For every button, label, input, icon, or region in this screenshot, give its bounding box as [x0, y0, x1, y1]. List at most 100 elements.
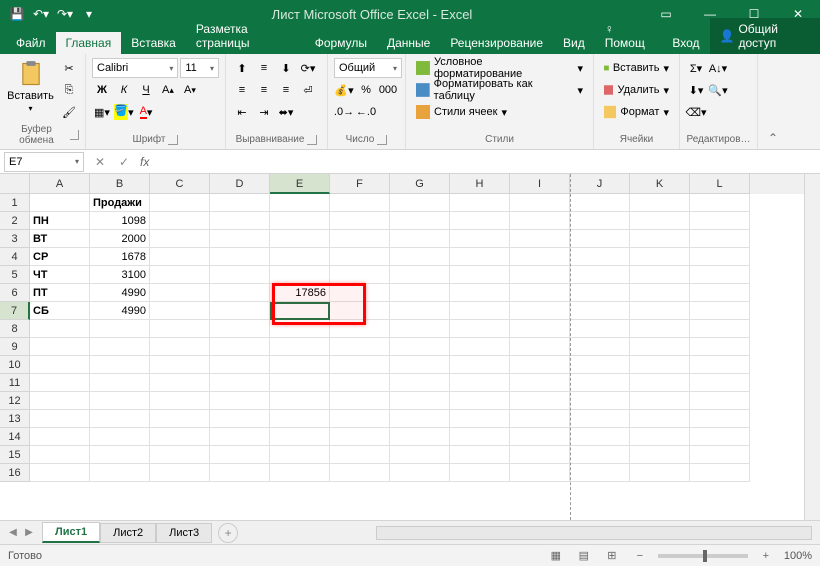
cell-H14[interactable] [450, 428, 510, 446]
borders-button[interactable]: ▦▾ [92, 102, 112, 122]
save-button[interactable]: 💾 [6, 3, 28, 25]
cell-K1[interactable] [630, 194, 690, 212]
cell-C13[interactable] [150, 410, 210, 428]
cell-A12[interactable] [30, 392, 90, 410]
cell-H16[interactable] [450, 464, 510, 482]
cell-L5[interactable] [690, 266, 750, 284]
cell-J16[interactable] [570, 464, 630, 482]
cell-B9[interactable] [90, 338, 150, 356]
cell-D5[interactable] [210, 266, 270, 284]
delete-cells-button[interactable]: Удалить▾ [600, 80, 673, 100]
wrap-text-button[interactable]: ⏎ [298, 80, 318, 100]
cell-B6[interactable]: 4990 [90, 284, 150, 302]
cell-A7[interactable]: СБ [30, 302, 90, 320]
undo-button[interactable]: ↶▾ [30, 3, 52, 25]
select-all-corner[interactable] [0, 174, 30, 194]
cell-H3[interactable] [450, 230, 510, 248]
row-header-16[interactable]: 16 [0, 464, 30, 482]
underline-button[interactable]: Ч [136, 80, 156, 100]
merge-button[interactable]: ⬌▾ [276, 102, 296, 122]
cell-G3[interactable] [390, 230, 450, 248]
tab-insert[interactable]: Вставка [121, 32, 186, 54]
cell-G4[interactable] [390, 248, 450, 266]
sort-filter-button[interactable]: A↓▾ [708, 58, 728, 78]
font-color-button[interactable]: A▾ [136, 102, 156, 122]
format-painter-button[interactable]: 🖌 [59, 102, 79, 122]
format-cells-button[interactable]: Формат▾ [600, 102, 673, 122]
cell-E8[interactable] [270, 320, 330, 338]
cell-L6[interactable] [690, 284, 750, 302]
cell-I11[interactable] [510, 374, 570, 392]
cancel-formula-button[interactable]: ✕ [90, 152, 110, 172]
sheet-nav-next[interactable]: ▶ [22, 525, 36, 541]
cell-F8[interactable] [330, 320, 390, 338]
cell-L10[interactable] [690, 356, 750, 374]
cell-B11[interactable] [90, 374, 150, 392]
comma-button[interactable]: 000 [378, 80, 398, 100]
col-header-I[interactable]: I [510, 174, 570, 194]
format-as-table-button[interactable]: Форматировать как таблицу▾ [412, 80, 587, 100]
col-header-L[interactable]: L [690, 174, 750, 194]
cell-F15[interactable] [330, 446, 390, 464]
cell-J8[interactable] [570, 320, 630, 338]
cell-F1[interactable] [330, 194, 390, 212]
cell-C15[interactable] [150, 446, 210, 464]
cell-E16[interactable] [270, 464, 330, 482]
cell-D10[interactable] [210, 356, 270, 374]
cell-A6[interactable]: ПТ [30, 284, 90, 302]
row-header-7[interactable]: 7 [0, 302, 30, 320]
cell-J13[interactable] [570, 410, 630, 428]
cell-K14[interactable] [630, 428, 690, 446]
cell-G11[interactable] [390, 374, 450, 392]
cell-C11[interactable] [150, 374, 210, 392]
cell-A14[interactable] [30, 428, 90, 446]
col-header-H[interactable]: H [450, 174, 510, 194]
cell-C6[interactable] [150, 284, 210, 302]
cell-A9[interactable] [30, 338, 90, 356]
bold-button[interactable]: Ж [92, 80, 112, 100]
font-shrink-button[interactable]: A▾ [180, 80, 200, 100]
fill-color-button[interactable]: 🪣▾ [114, 102, 134, 122]
cell-I4[interactable] [510, 248, 570, 266]
col-header-C[interactable]: C [150, 174, 210, 194]
font-grow-button[interactable]: A▴ [158, 80, 178, 100]
cell-A1[interactable] [30, 194, 90, 212]
name-box[interactable]: E7▾ [4, 152, 84, 172]
vertical-scrollbar[interactable] [804, 174, 820, 520]
cell-F10[interactable] [330, 356, 390, 374]
cell-F14[interactable] [330, 428, 390, 446]
cell-A10[interactable] [30, 356, 90, 374]
align-center-button[interactable]: ≡ [254, 80, 274, 100]
cell-C3[interactable] [150, 230, 210, 248]
tab-page-layout[interactable]: Разметка страницы [186, 18, 305, 54]
row-header-4[interactable]: 4 [0, 248, 30, 266]
cell-G14[interactable] [390, 428, 450, 446]
align-top-button[interactable]: ⬆ [232, 58, 252, 78]
cell-A13[interactable] [30, 410, 90, 428]
cell-J3[interactable] [570, 230, 630, 248]
cell-J11[interactable] [570, 374, 630, 392]
redo-button[interactable]: ↷▾ [54, 3, 76, 25]
cell-D3[interactable] [210, 230, 270, 248]
row-header-2[interactable]: 2 [0, 212, 30, 230]
fill-button[interactable]: ⬇▾ [686, 80, 706, 100]
cell-D11[interactable] [210, 374, 270, 392]
increase-decimal-button[interactable]: .0→ [334, 102, 354, 122]
cell-F7[interactable] [330, 302, 390, 320]
cell-L13[interactable] [690, 410, 750, 428]
cell-E10[interactable] [270, 356, 330, 374]
cell-C12[interactable] [150, 392, 210, 410]
cell-D2[interactable] [210, 212, 270, 230]
cell-F12[interactable] [330, 392, 390, 410]
cell-C1[interactable] [150, 194, 210, 212]
cell-D16[interactable] [210, 464, 270, 482]
row-header-13[interactable]: 13 [0, 410, 30, 428]
cell-G7[interactable] [390, 302, 450, 320]
cell-K7[interactable] [630, 302, 690, 320]
cell-A11[interactable] [30, 374, 90, 392]
tab-tell-me[interactable]: ♀ Помощ [595, 18, 663, 54]
cell-L2[interactable] [690, 212, 750, 230]
cell-B16[interactable] [90, 464, 150, 482]
cell-E7[interactable] [270, 302, 330, 320]
cell-I13[interactable] [510, 410, 570, 428]
